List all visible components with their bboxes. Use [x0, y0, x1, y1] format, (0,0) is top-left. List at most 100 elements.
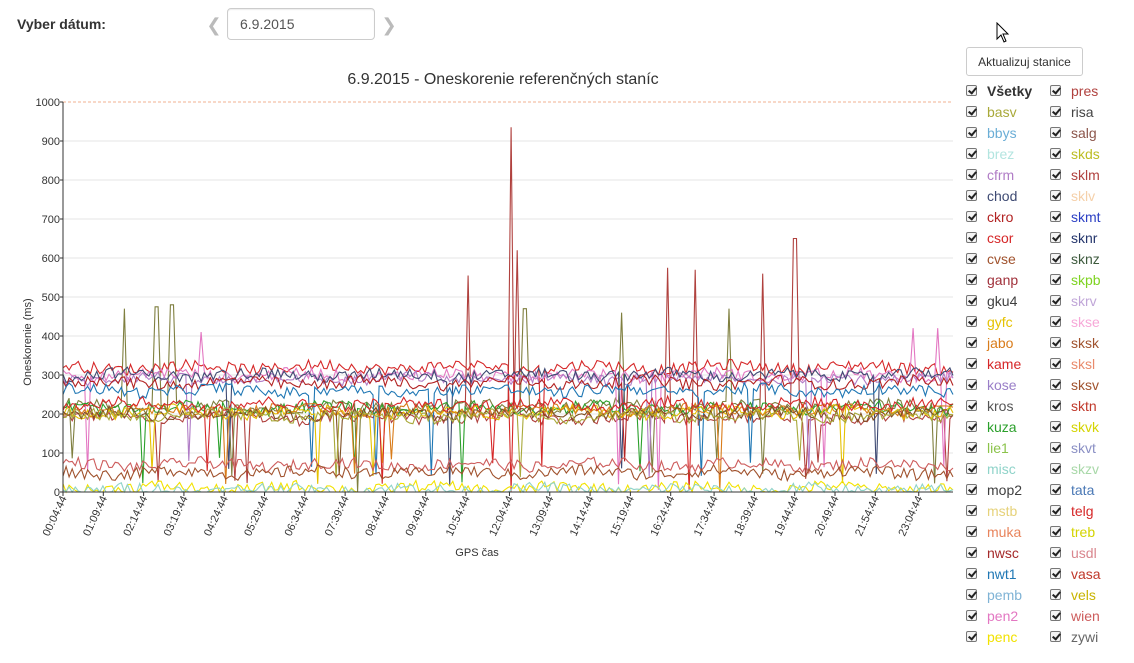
legend-item-vels[interactable]: vels — [1050, 584, 1101, 605]
checkbox-checked-icon[interactable] — [1050, 547, 1061, 558]
legend-item-bbys[interactable]: bbys — [966, 122, 1032, 143]
checkbox-checked-icon[interactable] — [966, 148, 977, 159]
legend-item-lie1[interactable]: lie1 — [966, 437, 1032, 458]
checkbox-checked-icon[interactable] — [1050, 148, 1061, 159]
legend-item-tata[interactable]: tata — [1050, 479, 1101, 500]
legend-item-telg[interactable]: telg — [1050, 500, 1101, 521]
legend-item-sknz[interactable]: sknz — [1050, 248, 1101, 269]
checkbox-checked-icon[interactable] — [966, 547, 977, 558]
legend-item-Všetky[interactable]: Všetky — [966, 80, 1032, 101]
legend-item-kame[interactable]: kame — [966, 353, 1032, 374]
checkbox-checked-icon[interactable] — [1050, 358, 1061, 369]
legend-item-sksv[interactable]: sksv — [1050, 374, 1101, 395]
checkbox-checked-icon[interactable] — [1050, 295, 1061, 306]
legend-item-kros[interactable]: kros — [966, 395, 1032, 416]
legend-item-wien[interactable]: wien — [1050, 605, 1101, 626]
checkbox-checked-icon[interactable] — [1050, 190, 1061, 201]
chevron-left-icon[interactable]: ❮ — [206, 15, 222, 35]
legend-item-pemb[interactable]: pemb — [966, 584, 1032, 605]
checkbox-checked-icon[interactable] — [966, 253, 977, 264]
checkbox-checked-icon[interactable] — [966, 106, 977, 117]
checkbox-checked-icon[interactable] — [1050, 568, 1061, 579]
legend-item-ganp[interactable]: ganp — [966, 269, 1032, 290]
legend-item-cfrm[interactable]: cfrm — [966, 164, 1032, 185]
update-stations-button[interactable]: Aktualizuj stanice — [966, 47, 1083, 76]
checkbox-checked-icon[interactable] — [1050, 169, 1061, 180]
legend-item-sknr[interactable]: sknr — [1050, 227, 1101, 248]
legend-item-skzv[interactable]: skzv — [1050, 458, 1101, 479]
legend-item-kose[interactable]: kose — [966, 374, 1032, 395]
legend-item-mop2[interactable]: mop2 — [966, 479, 1032, 500]
legend-item-zywi[interactable]: zywi — [1050, 626, 1101, 647]
checkbox-checked-icon[interactable] — [1050, 421, 1061, 432]
legend-item-sksl[interactable]: sksl — [1050, 353, 1101, 374]
checkbox-checked-icon[interactable] — [1050, 610, 1061, 621]
checkbox-checked-icon[interactable] — [1050, 526, 1061, 537]
checkbox-checked-icon[interactable] — [966, 169, 977, 180]
legend-item-treb[interactable]: treb — [1050, 521, 1101, 542]
legend-item-penc[interactable]: penc — [966, 626, 1032, 647]
legend-item-gyfc[interactable]: gyfc — [966, 311, 1032, 332]
checkbox-checked-icon[interactable] — [966, 589, 977, 600]
checkbox-checked-icon[interactable] — [966, 127, 977, 138]
checkbox-checked-icon[interactable] — [1050, 631, 1061, 642]
checkbox-checked-icon[interactable] — [966, 295, 977, 306]
legend-item-skse[interactable]: skse — [1050, 311, 1101, 332]
checkbox-checked-icon[interactable] — [966, 358, 977, 369]
checkbox-checked-icon[interactable] — [1050, 442, 1061, 453]
legend-item-vasa[interactable]: vasa — [1050, 563, 1101, 584]
checkbox-checked-icon[interactable] — [966, 232, 977, 243]
legend-item-mstb[interactable]: mstb — [966, 500, 1032, 521]
checkbox-checked-icon[interactable] — [966, 631, 977, 642]
legend-item-sksk[interactable]: sksk — [1050, 332, 1101, 353]
checkbox-checked-icon[interactable] — [1050, 505, 1061, 516]
legend-item-cvse[interactable]: cvse — [966, 248, 1032, 269]
legend-item-skvk[interactable]: skvk — [1050, 416, 1101, 437]
legend-item-risa[interactable]: risa — [1050, 101, 1101, 122]
checkbox-checked-icon[interactable] — [966, 442, 977, 453]
date-input[interactable] — [227, 8, 375, 40]
legend-item-sklv[interactable]: sklv — [1050, 185, 1101, 206]
chevron-right-icon[interactable]: ❯ — [381, 15, 397, 35]
legend-item-skpb[interactable]: skpb — [1050, 269, 1101, 290]
checkbox-checked-icon[interactable] — [966, 526, 977, 537]
legend-item-basv[interactable]: basv — [966, 101, 1032, 122]
checkbox-checked-icon[interactable] — [1050, 211, 1061, 222]
checkbox-checked-icon[interactable] — [1050, 484, 1061, 495]
legend-item-skrv[interactable]: skrv — [1050, 290, 1101, 311]
checkbox-checked-icon[interactable] — [1050, 274, 1061, 285]
checkbox-checked-icon[interactable] — [1050, 379, 1061, 390]
legend-item-skmt[interactable]: skmt — [1050, 206, 1101, 227]
checkbox-checked-icon[interactable] — [966, 337, 977, 348]
checkbox-checked-icon[interactable] — [966, 421, 977, 432]
legend-item-sklm[interactable]: sklm — [1050, 164, 1101, 185]
checkbox-checked-icon[interactable] — [1050, 316, 1061, 327]
checkbox-checked-icon[interactable] — [1050, 463, 1061, 474]
legend-item-kuza[interactable]: kuza — [966, 416, 1032, 437]
legend-item-nwt1[interactable]: nwt1 — [966, 563, 1032, 584]
checkbox-checked-icon[interactable] — [966, 211, 977, 222]
checkbox-checked-icon[interactable] — [1050, 232, 1061, 243]
legend-item-salg[interactable]: salg — [1050, 122, 1101, 143]
legend-item-nwsc[interactable]: nwsc — [966, 542, 1032, 563]
legend-item-pen2[interactable]: pen2 — [966, 605, 1032, 626]
legend-item-sktn[interactable]: sktn — [1050, 395, 1101, 416]
checkbox-checked-icon[interactable] — [966, 568, 977, 579]
checkbox-checked-icon[interactable] — [966, 85, 977, 96]
checkbox-checked-icon[interactable] — [1050, 337, 1061, 348]
legend-item-misc[interactable]: misc — [966, 458, 1032, 479]
legend-item-skvt[interactable]: skvt — [1050, 437, 1101, 458]
checkbox-checked-icon[interactable] — [1050, 106, 1061, 117]
legend-item-skds[interactable]: skds — [1050, 143, 1101, 164]
legend-item-chod[interactable]: chod — [966, 185, 1032, 206]
checkbox-checked-icon[interactable] — [1050, 253, 1061, 264]
legend-item-pres[interactable]: pres — [1050, 80, 1101, 101]
checkbox-checked-icon[interactable] — [1050, 85, 1061, 96]
legend-item-gku4[interactable]: gku4 — [966, 290, 1032, 311]
checkbox-checked-icon[interactable] — [966, 505, 977, 516]
checkbox-checked-icon[interactable] — [966, 484, 977, 495]
checkbox-checked-icon[interactable] — [966, 190, 977, 201]
checkbox-checked-icon[interactable] — [966, 463, 977, 474]
checkbox-checked-icon[interactable] — [966, 400, 977, 411]
checkbox-checked-icon[interactable] — [966, 274, 977, 285]
